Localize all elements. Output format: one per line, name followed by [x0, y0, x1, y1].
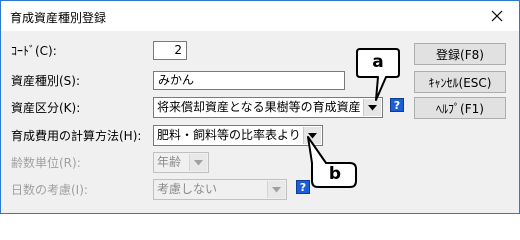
close-button[interactable]: [475, 1, 519, 31]
asset-category-select[interactable]: 将来償却資産となる果樹等の育成資産: [153, 97, 383, 118]
callout-b-label: b: [328, 164, 342, 184]
age-unit-label: 齢数単位(R):: [11, 156, 81, 170]
age-unit-value: 年齢: [157, 155, 182, 169]
calc-method-select[interactable]: 肥料・飼料等の比率表より: [153, 125, 323, 146]
asset-category-label: 資産区分(K):: [11, 101, 81, 115]
code-label: ｺｰﾄﾞ(C):: [11, 44, 57, 58]
window-title: 育成資産種別登録: [10, 11, 107, 25]
chevron-down-icon: [267, 181, 285, 198]
days-select: 考慮しない: [153, 179, 287, 200]
close-icon: [491, 10, 503, 22]
calc-method-label: 育成費用の計算方法(H):: [11, 129, 142, 143]
days-value: 考慮しない: [157, 182, 218, 196]
title-bar: 育成資産種別登録: [1, 1, 519, 31]
register-button[interactable]: 登録(F8): [414, 43, 506, 65]
days-label: 日数の考慮(I):: [11, 183, 88, 197]
age-unit-select: 年齢: [153, 152, 209, 173]
callout-a-label: a: [372, 52, 384, 72]
asset-type-input[interactable]: みかん: [153, 71, 345, 90]
dialog-body: ｺｰﾄﾞ(C): 2 資産種別(S): みかん 資産区分(K): 将来償却資産と…: [1, 31, 519, 213]
help-button[interactable]: ﾍﾙﾌﾟ(F1): [414, 97, 506, 119]
callout-b: b: [302, 136, 358, 189]
callout-a: a: [356, 48, 400, 102]
chevron-down-icon: [189, 154, 207, 171]
asset-type-label: 資産種別(S):: [11, 74, 81, 88]
dialog-window: 育成資産種別登録 ｺｰﾄﾞ(C): 2 資産種別(S): みかん 資産区分(K)…: [0, 0, 520, 214]
code-input[interactable]: 2: [153, 41, 187, 60]
calc-method-value: 肥料・飼料等の比率表より: [157, 128, 301, 142]
cancel-button[interactable]: ｷｬﾝｾﾙ(ESC): [414, 71, 506, 93]
asset-category-value: 将来償却資産となる果樹等の育成資産: [157, 100, 361, 114]
